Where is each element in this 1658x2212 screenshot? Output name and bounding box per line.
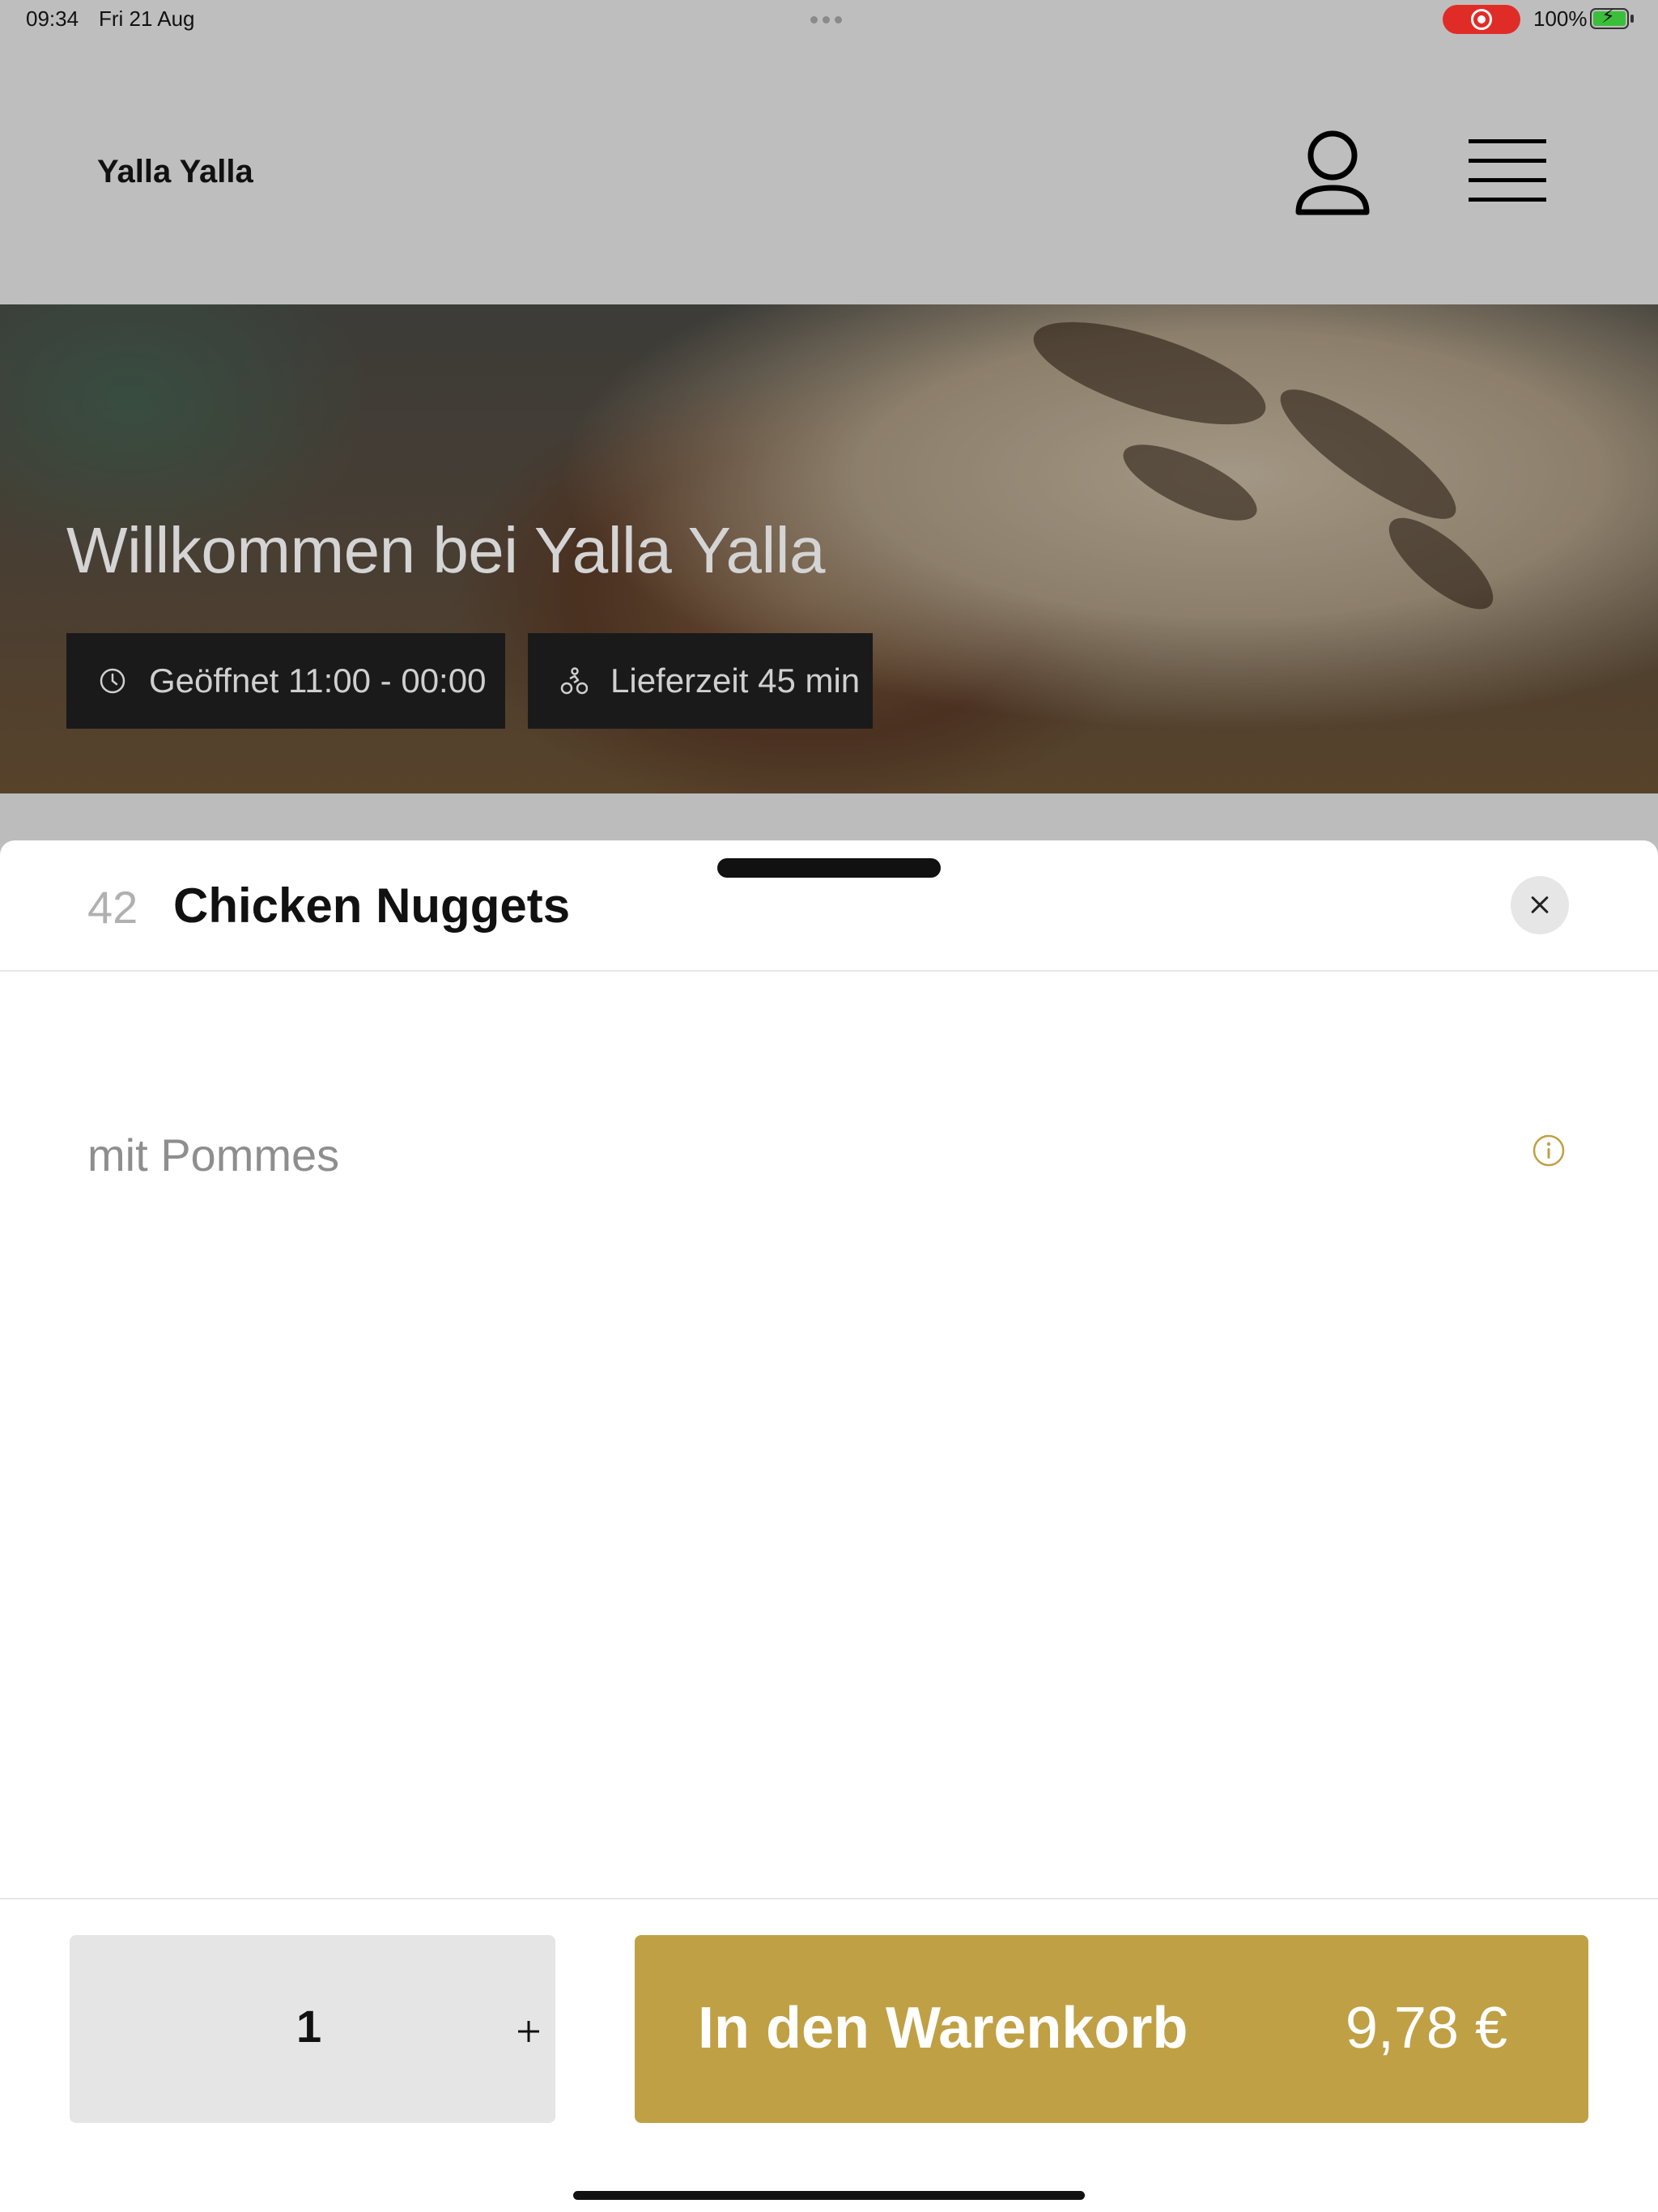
battery-cap (1630, 15, 1634, 23)
add-to-cart-label: In den Warenkorb (698, 1996, 1188, 2061)
increase-quantity-button[interactable] (491, 2000, 588, 2065)
status-date: Fri 21 Aug (99, 6, 195, 31)
divider (0, 1898, 1658, 1899)
item-number: 42 (87, 882, 138, 933)
bicycle-courier-icon (560, 667, 588, 695)
status-time: 09:34 (26, 6, 79, 31)
plus-icon (518, 2021, 539, 2042)
battery-percent: 100% (1533, 6, 1588, 31)
item-detail-sheet: 42 Chicken Nuggets mit Pommes 1 In den W… (0, 840, 1658, 2212)
clock-icon (100, 668, 125, 694)
opening-hours-chip: Geöffnet 11:00 - 00:00 (66, 633, 505, 729)
hamburger-menu-icon (1469, 139, 1546, 202)
quantity-value: 1 (296, 2001, 322, 2052)
menu-button[interactable] (1462, 133, 1553, 211)
battery-icon: ⚡ (1590, 7, 1629, 29)
item-name: Chicken Nuggets (173, 878, 571, 933)
quantity-stepper: 1 (70, 1935, 555, 2123)
info-icon[interactable] (1532, 1134, 1566, 1168)
screen-recording-icon[interactable] (1443, 5, 1520, 34)
add-to-cart-button[interactable]: In den Warenkorb 9,78 € (635, 1935, 1588, 2123)
divider (0, 970, 1658, 972)
background-strip (0, 793, 1658, 842)
hero-banner: Willkommen bei Yalla Yalla Geöffnet 11:0… (0, 304, 1658, 793)
multitasking-dots-icon[interactable] (810, 16, 842, 23)
status-bar: 09:34 Fri 21 Aug 100% ⚡ (0, 0, 1658, 39)
item-price: 9,78 € (1345, 1996, 1507, 2061)
close-button[interactable] (1511, 876, 1569, 934)
opening-hours-label: Geöffnet 11:00 - 00:00 (149, 661, 487, 700)
profile-button[interactable] (1292, 125, 1373, 220)
delivery-time-label: Lieferzeit 45 min (610, 661, 861, 700)
delivery-time-chip: Lieferzeit 45 min (528, 633, 873, 729)
home-indicator[interactable] (573, 2191, 1085, 2200)
person-icon (1295, 130, 1370, 215)
item-description: mit Pommes (87, 1129, 340, 1180)
sheet-grabber[interactable] (717, 858, 941, 878)
hero-title: Willkommen bei Yalla Yalla (66, 514, 826, 586)
app-title[interactable]: Yalla Yalla (97, 154, 253, 190)
